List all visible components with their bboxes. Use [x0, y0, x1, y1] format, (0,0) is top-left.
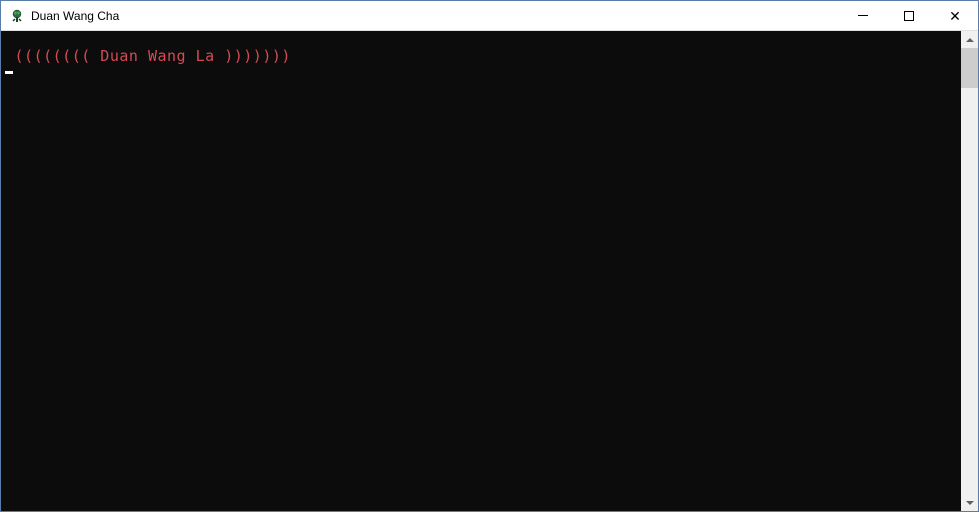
window-title: Duan Wang Cha — [31, 1, 840, 31]
titlebar[interactable]: Duan Wang Cha ✕ — [1, 1, 978, 31]
vertical-scrollbar[interactable] — [961, 31, 978, 511]
scroll-down-arrow-icon[interactable] — [961, 494, 978, 511]
scroll-thumb[interactable] — [961, 48, 978, 88]
application-window: Duan Wang Cha ✕ (((((((( Duan Wang La ))… — [1, 1, 978, 511]
minimize-icon — [858, 15, 868, 16]
text-cursor — [5, 71, 13, 74]
close-icon: ✕ — [949, 9, 961, 23]
close-button[interactable]: ✕ — [932, 1, 978, 30]
console-output-line: (((((((( Duan Wang La ))))))) — [1, 31, 961, 65]
scroll-up-arrow-icon[interactable] — [961, 31, 978, 48]
minimize-button[interactable] — [840, 1, 886, 30]
maximize-icon — [904, 11, 914, 21]
app-icon — [9, 8, 25, 24]
scroll-track[interactable] — [961, 48, 978, 494]
content-area: (((((((( Duan Wang La ))))))) — [1, 31, 978, 511]
console-area[interactable]: (((((((( Duan Wang La ))))))) — [1, 31, 961, 511]
maximize-button[interactable] — [886, 1, 932, 30]
window-controls: ✕ — [840, 1, 978, 30]
